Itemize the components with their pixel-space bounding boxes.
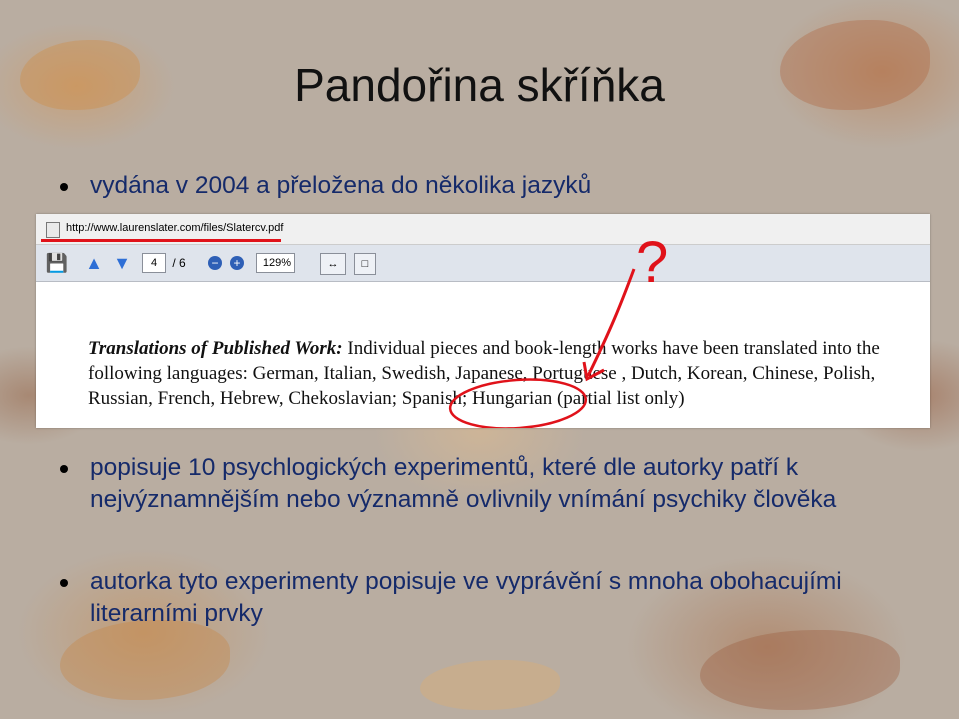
bullet-text: popisuje 10 psychlogických experimentů, … — [90, 454, 837, 513]
bullet-item: popisuje 10 psychlogických experimentů, … — [60, 452, 910, 548]
bullet-item: autorka tyto experimenty popisuje ve vyp… — [60, 566, 910, 630]
annotation-overlay: ? — [448, 230, 668, 428]
background-leaf — [700, 630, 900, 710]
annotation-ellipse — [448, 378, 588, 428]
background-leaf — [420, 660, 560, 710]
bullet-text: vydána v 2004 a přeložena do několika ja… — [90, 172, 592, 199]
bullet-item: vydána v 2004 a přeložena do několika ja… — [60, 170, 910, 202]
bullet-dot — [60, 579, 68, 587]
bullet-text: autorka tyto experimenty popisuje ve vyp… — [90, 568, 842, 627]
slide-title: Pandořina skříňka — [294, 59, 665, 111]
background-leaf — [60, 620, 230, 700]
annotation-question-mark: ? — [636, 230, 668, 295]
pdf-viewer-screenshot: http://www.laurenslater.com/files/Slater… — [36, 214, 930, 428]
annotation-arrow — [586, 268, 636, 377]
bullet-dot — [60, 465, 68, 473]
bullet-dot — [60, 183, 68, 191]
